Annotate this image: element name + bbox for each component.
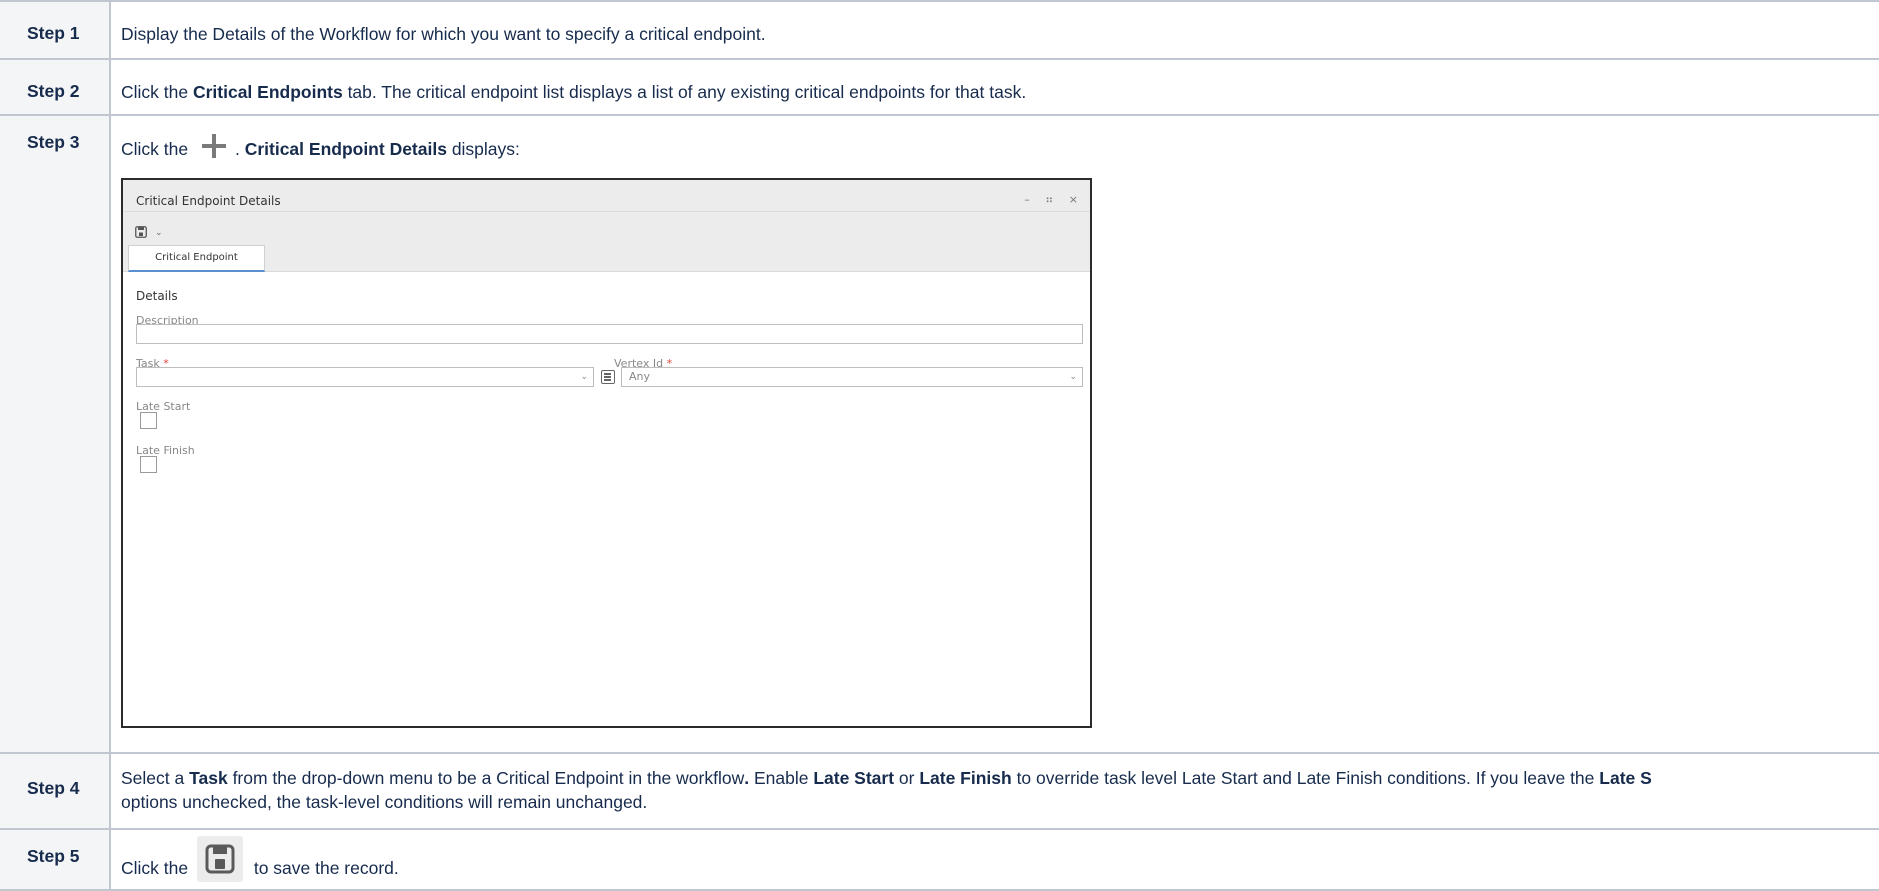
- step-label: Step 2: [0, 58, 111, 116]
- step-text: Click the: [121, 82, 193, 102]
- dialog-toolbar: ⌄: [123, 212, 1090, 245]
- step-text: Select a: [121, 768, 190, 788]
- step-text: from the drop-down menu to be a Critical…: [227, 768, 745, 788]
- step-label: Step 4: [0, 752, 111, 830]
- step-text: Display the Details of the Workflow for …: [121, 24, 766, 44]
- vertex-id-value: Any: [629, 370, 651, 383]
- step-text: or: [894, 768, 920, 788]
- chevron-down-icon[interactable]: ⌄: [155, 221, 163, 245]
- step-row: Step 1 Display the Details of the Workfl…: [0, 0, 1879, 60]
- step-text: .: [234, 139, 245, 159]
- chevron-down-icon: ⌄: [1069, 372, 1077, 382]
- section-title: Details: [136, 289, 178, 303]
- task-select[interactable]: ⌄: [136, 367, 594, 387]
- save-icon: [196, 836, 243, 882]
- window-controls[interactable]: – ⠶ ×: [1024, 188, 1084, 212]
- step-content: Display the Details of the Workflow for …: [110, 0, 1879, 60]
- step-text: tab. The critical endpoint list displays…: [342, 82, 1027, 102]
- step-text: Enable: [749, 768, 814, 788]
- step-text: Click the: [121, 858, 193, 878]
- steps-table: Step 1 Display the Details of the Workfl…: [0, 0, 1879, 891]
- step-text: Click the: [121, 139, 193, 159]
- step-row: Step 2 Click the Critical Endpoints tab.…: [0, 58, 1879, 116]
- tab-critical-endpoint[interactable]: Critical Endpoint: [128, 245, 265, 272]
- dialog-tabs: Critical Endpoint: [123, 245, 1090, 272]
- step-line: Select a Task from the drop-down menu to…: [121, 766, 1879, 790]
- lookup-list-icon[interactable]: [601, 370, 615, 384]
- step-label: Step 5: [0, 828, 111, 891]
- step-bold-text: Critical Endpoints: [192, 82, 343, 102]
- step-text: to save the record.: [248, 858, 399, 878]
- step-bold-text: Late Start: [813, 768, 895, 788]
- step-bold-text: Critical Endpoint Details: [244, 139, 447, 159]
- critical-endpoint-details-dialog: Critical Endpoint Details – ⠶ × ⌄ Critic…: [121, 178, 1092, 728]
- step-bold-text: Late S: [1599, 768, 1652, 788]
- step-label: Step 3: [0, 114, 111, 754]
- step-line: Click the . Critical Endpoint Details di…: [121, 128, 1879, 164]
- step-bold-text: Late Finish: [919, 768, 1012, 788]
- late-start-checkbox[interactable]: [140, 412, 157, 429]
- step-text: displays:: [446, 139, 520, 159]
- step-content: Click the to save the record.: [110, 828, 1879, 891]
- step-content: Click the Critical Endpoints tab. The cr…: [110, 58, 1879, 116]
- late-finish-checkbox[interactable]: [140, 456, 157, 473]
- vertex-id-select[interactable]: Any ⌄: [621, 367, 1083, 387]
- step-row: Step 4 Select a Task from the drop-down …: [0, 752, 1879, 830]
- plus-icon: [197, 128, 233, 164]
- description-field[interactable]: [136, 324, 1083, 344]
- step-row: Step 3 Click the . Critical Endpoint Det…: [0, 114, 1879, 754]
- dialog-titlebar: Critical Endpoint Details – ⠶ ×: [123, 180, 1090, 212]
- save-icon[interactable]: [135, 221, 147, 245]
- step-line: options unchecked, the task-level condit…: [121, 792, 648, 812]
- step-bold-text: Task: [189, 768, 228, 788]
- step-content: Click the . Critical Endpoint Details di…: [110, 114, 1879, 754]
- step-content: Select a Task from the drop-down menu to…: [110, 752, 1879, 830]
- step-row: Step 5 Click the to save the record.: [0, 828, 1879, 891]
- chevron-down-icon: ⌄: [580, 372, 588, 382]
- dialog-title: Critical Endpoint Details: [136, 194, 281, 208]
- step-text: to override task level Late Start and La…: [1011, 768, 1600, 788]
- step-label: Step 1: [0, 0, 111, 60]
